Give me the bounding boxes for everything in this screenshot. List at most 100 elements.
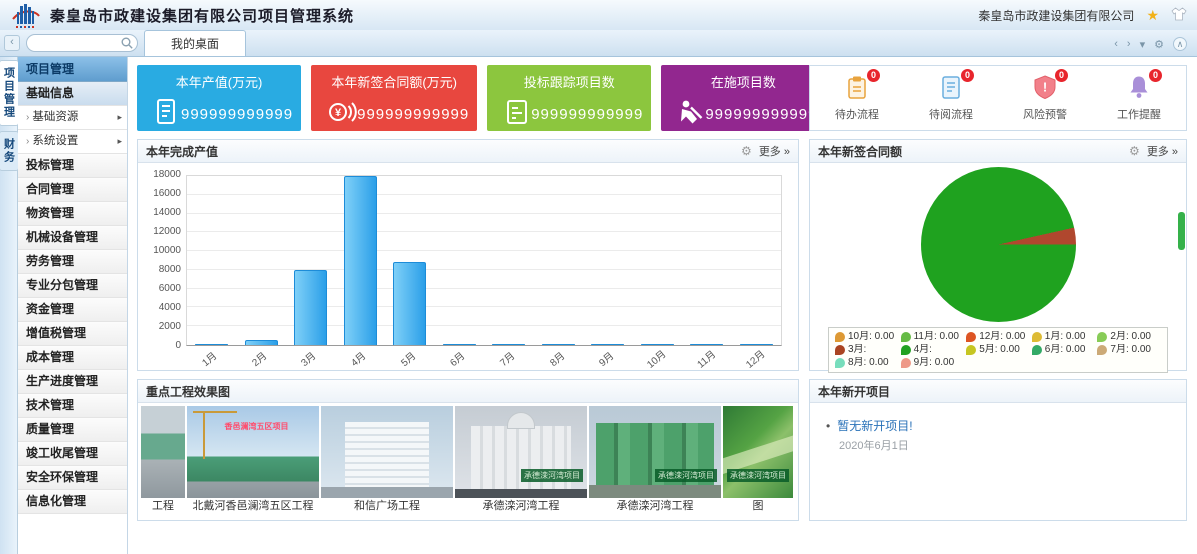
more-link[interactable]: 更多 »	[759, 143, 790, 159]
project-photo[interactable]: 承德滦河湾项目 承德滦河湾工程	[589, 406, 721, 513]
legend-item: 1月: 0.00	[1032, 331, 1096, 343]
tab-my-desktop[interactable]: 我的桌面	[144, 30, 246, 56]
theme-skin-icon[interactable]	[1171, 7, 1187, 24]
project-photo[interactable]: 承德滦河湾项目 承德滦河湾工程	[455, 406, 587, 513]
svg-text:¥: ¥	[335, 107, 342, 119]
bar	[641, 344, 674, 345]
sidebar-item-materials[interactable]: 物资管理	[18, 202, 127, 226]
sidebar-menu: 项目管理 基础信息 ›基础资源 ▸ ›系统设置 ▸ 投标管理 合同管理 物资管理…	[18, 57, 128, 554]
page-title: 秦皇岛市政建设集团有限公司项目管理系统	[50, 5, 354, 26]
favorite-star-icon[interactable]: ★	[1146, 7, 1159, 24]
legend-item: 2月: 0.00	[1097, 331, 1161, 343]
reminder-count-badge: 0	[1148, 68, 1163, 83]
card-value: 999999999999	[357, 106, 469, 123]
project-date: 2020年6月1日	[810, 437, 1186, 453]
panel-settings-icon[interactable]: ⚙	[1129, 144, 1140, 158]
legend-item: 6月: 0.00	[1032, 344, 1096, 356]
project-photo[interactable]: 工程	[141, 406, 185, 513]
y-tick-label: 16000	[153, 189, 181, 199]
panel-settings-icon[interactable]: ⚙	[741, 144, 752, 158]
notification-panel: 0 待办流程 0	[809, 65, 1187, 131]
settings-menu-icon[interactable]: ⚙	[1154, 38, 1164, 51]
collapse-panel-icon[interactable]: ∧	[1173, 37, 1187, 51]
key-projects-photos-panel: 重点工程效果图 工程 香邑澜湾五区项目 北戴河香邑澜湾五区工程	[137, 379, 799, 521]
y-tick-label: 6000	[159, 284, 181, 294]
new-projects-panel: 本年新开项目 • 暂无新开项目! 2020年6月1日	[809, 379, 1187, 521]
sidebar-item-system-settings[interactable]: ›系统设置 ▸	[18, 130, 127, 154]
legend-swatch	[901, 345, 911, 355]
notif-work-reminder[interactable]: 0 工作提醒	[1100, 74, 1178, 122]
sidebar-group-header[interactable]: 项目管理	[18, 57, 127, 82]
rail-tab-finance[interactable]: 财务	[0, 131, 19, 171]
bar	[393, 262, 426, 345]
card-projects-in-progress[interactable]: 在施项目数 999999999999	[661, 65, 825, 131]
read-count-badge: 0	[960, 68, 975, 83]
scrollbar-thumb[interactable]	[1178, 212, 1185, 250]
rail-tab-project-management[interactable]: 项目管理	[0, 60, 19, 126]
legend-item: 5月: 0.00	[966, 344, 1030, 356]
caret-icon: ›	[26, 136, 29, 147]
search-icon[interactable]	[121, 36, 133, 54]
new-contracts-chart-panel: 本年新签合同额 ⚙ 更多 » 10月: 0.0011月: 0.0012月: 0.…	[809, 139, 1187, 371]
list-item: • 暂无新开项目!	[810, 403, 1186, 437]
sidebar-item-completion[interactable]: 竣工收尾管理	[18, 442, 127, 466]
notif-todo-flows[interactable]: 0 待办流程	[818, 74, 896, 122]
sidebar-item-machinery[interactable]: 机械设备管理	[18, 226, 127, 250]
notif-read-flows[interactable]: 0 待阅流程	[912, 74, 990, 122]
card-value: 999999999999	[531, 106, 643, 123]
panel-title: 本年完成产值	[146, 143, 218, 160]
card-new-contracts[interactable]: 本年新签合同额(万元) ¥ 999999999999	[311, 65, 477, 131]
sidebar-item-bidding[interactable]: 投标管理	[18, 154, 127, 178]
sidebar-item-contract[interactable]: 合同管理	[18, 178, 127, 202]
project-photo[interactable]: 承德滦河湾项目 图	[723, 406, 793, 513]
sidebar-item-technology[interactable]: 技术管理	[18, 394, 127, 418]
legend-item: 4月:	[901, 344, 965, 356]
photo-overlay-text: 承德滦河湾项目	[727, 469, 789, 482]
legend-item: 8月: 0.00	[835, 357, 899, 369]
legend-swatch	[901, 332, 911, 342]
y-tick-label: 10000	[153, 246, 181, 256]
legend-swatch	[835, 345, 845, 355]
sidebar-item-production-progress[interactable]: 生产进度管理	[18, 370, 127, 394]
card-annual-output[interactable]: 本年产值(万元) 999999999999	[137, 65, 301, 131]
sidebar-item-labor[interactable]: 劳务管理	[18, 250, 127, 274]
y-tick-label: 2000	[159, 322, 181, 332]
sidebar-item-informatization[interactable]: 信息化管理	[18, 490, 127, 514]
legend-swatch	[1097, 332, 1107, 342]
y-tick-label: 8000	[159, 265, 181, 275]
tab-nav-right-icon[interactable]: ›	[1127, 38, 1131, 50]
tab-list-dropdown-icon[interactable]: ▾	[1140, 38, 1146, 51]
legend-swatch	[1032, 332, 1042, 342]
tab-bar: ‹ 我的桌面 ‹ › ▾ ⚙ ∧	[0, 30, 1197, 57]
svg-text:!: !	[1043, 80, 1047, 95]
risk-count-badge: 0	[1054, 68, 1069, 83]
panel-title: 本年新签合同额	[818, 143, 902, 160]
sidebar-item-funds[interactable]: 资金管理	[18, 298, 127, 322]
legend-item: 9月: 0.00	[901, 357, 965, 369]
card-value: 999999999999	[181, 106, 293, 123]
sidebar-item-quality[interactable]: 质量管理	[18, 418, 127, 442]
card-bid-tracking[interactable]: 投标跟踪项目数 999999999999	[487, 65, 651, 131]
bar	[195, 344, 228, 345]
sidebar-item-vat[interactable]: 增值税管理	[18, 322, 127, 346]
bullet-icon: •	[826, 419, 830, 433]
sidebar-item-basic-resources[interactable]: ›基础资源 ▸	[18, 106, 127, 130]
sidebar-item-cost[interactable]: 成本管理	[18, 346, 127, 370]
notif-risk-warning[interactable]: ! 0 风险预警	[1006, 74, 1084, 122]
todo-count-badge: 0	[866, 68, 881, 83]
sidebar-item-subcontract[interactable]: 专业分包管理	[18, 274, 127, 298]
bar	[245, 340, 278, 345]
company-logo-icon	[10, 2, 42, 28]
sidebar-item-basic-info[interactable]: 基础信息	[18, 82, 127, 106]
tabs-scroll-left-icon[interactable]: ‹	[4, 35, 20, 51]
legend-item: 11月: 0.00	[901, 331, 965, 343]
photo-caption: 图	[723, 498, 793, 513]
no-new-projects-link[interactable]: 暂无新开项目!	[837, 417, 912, 434]
more-link[interactable]: 更多 »	[1147, 143, 1178, 159]
bar	[591, 344, 624, 345]
project-photo[interactable]: 和信广场工程	[321, 406, 453, 513]
tab-nav-left-icon[interactable]: ‹	[1114, 38, 1118, 50]
project-photo[interactable]: 香邑澜湾五区项目 北戴河香邑澜湾五区工程	[187, 406, 319, 513]
sidebar-item-safety[interactable]: 安全环保管理	[18, 466, 127, 490]
y-tick-label: 12000	[153, 227, 181, 237]
